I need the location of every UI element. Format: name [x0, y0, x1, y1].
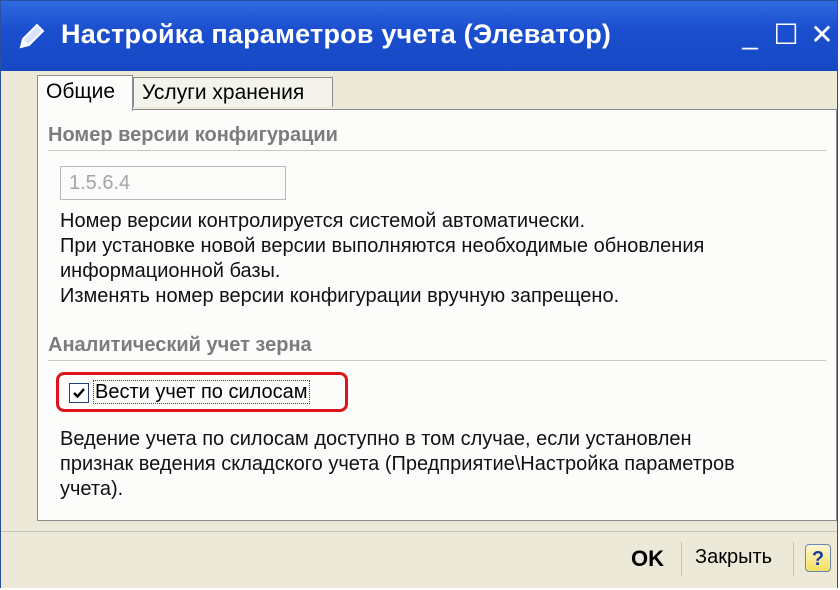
maximize-button[interactable]: ☐ — [771, 19, 801, 51]
grain-info-line: учета). — [60, 478, 124, 500]
title-bar[interactable]: Настройка параметров учета (Элеватор) _ … — [1, 1, 837, 71]
general-tab-panel: Номер версии конфигурации 1.5.6.4 Номер … — [37, 109, 837, 521]
help-button[interactable]: ? — [805, 544, 831, 572]
silo-accounting-highlight: Вести учет по силосам — [56, 372, 348, 412]
settings-window: Настройка параметров учета (Элеватор) _ … — [0, 0, 838, 588]
silo-accounting-label[interactable]: Вести учет по силосам — [93, 380, 310, 404]
version-number-field: 1.5.6.4 — [60, 166, 286, 200]
window-title: Настройка параметров учета (Элеватор) — [61, 19, 612, 49]
grain-section-title: Аналитический учет зерна — [48, 334, 312, 356]
close-button[interactable]: Закрыть — [695, 546, 772, 569]
version-section-title: Номер версии конфигурации — [48, 124, 338, 146]
section-divider — [48, 360, 826, 361]
button-separator — [793, 542, 794, 576]
close-window-button[interactable]: ✕ — [807, 19, 837, 51]
silo-accounting-checkbox[interactable] — [69, 383, 89, 403]
version-info-line: При установке новой версии выполняются н… — [60, 235, 705, 257]
grain-info-line: Ведение учета по силосам доступно в том … — [60, 428, 692, 450]
grain-info-line: признак ведения складского учета (Предпр… — [60, 453, 735, 475]
minimize-button[interactable]: _ — [735, 19, 765, 51]
tab-general[interactable]: Общие — [37, 75, 133, 111]
pencil-icon — [15, 21, 47, 53]
section-divider — [48, 150, 826, 151]
ok-button[interactable]: OK — [631, 546, 664, 572]
version-info-line: информационной базы. — [60, 260, 281, 282]
version-info-line: Изменять номер версии конфигурации вручн… — [60, 285, 620, 307]
version-info-line: Номер версии контролируется системой авт… — [60, 210, 586, 232]
checkmark-icon — [73, 388, 85, 399]
button-bar: OK Закрыть ? — [1, 531, 837, 588]
tab-storage-services[interactable]: Услуги хранения — [133, 77, 333, 107]
button-separator — [681, 542, 682, 576]
